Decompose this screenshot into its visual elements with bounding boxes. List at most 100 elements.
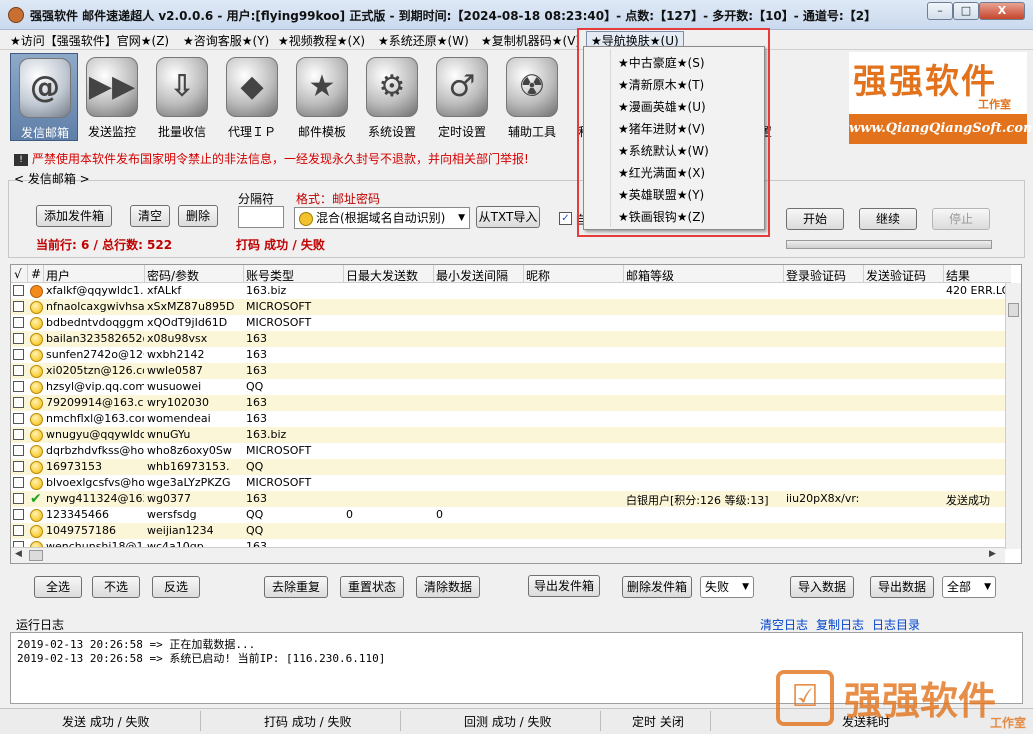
menu-visit-site[interactable]: ★访问【强强软件】官网★(Z)	[10, 32, 169, 49]
toolbar-aux-tools[interactable]: ☢ 辅助工具	[498, 53, 566, 141]
menu-copy-machine-code[interactable]: ★复制机器码★(V)	[481, 32, 580, 49]
skin-option[interactable]: ★红光满面★(X)	[618, 164, 705, 181]
log-directory-link[interactable]: 日志目录	[872, 616, 920, 633]
row-checkbox[interactable]	[13, 317, 24, 328]
table-row[interactable]: sunfen2742o@126.cwxbh2142 163	[11, 347, 1005, 363]
clear-log-link[interactable]: 清空日志	[760, 616, 808, 633]
menu-system-restore[interactable]: ★系统还原★(W)	[378, 32, 469, 49]
skin-option[interactable]: ★英雄联盟★(Y)	[618, 186, 704, 203]
column-header[interactable]: 密码/参数	[147, 267, 199, 284]
row-checkbox[interactable]	[13, 285, 24, 296]
export-senders-button[interactable]: 导出发件箱	[528, 575, 600, 597]
select-none-button[interactable]: 不选	[92, 576, 140, 598]
separator-input[interactable]	[238, 206, 284, 228]
column-header[interactable]: #	[31, 267, 41, 281]
clear-data-button[interactable]: 清除数据	[416, 576, 480, 598]
menu-customer-service[interactable]: ★咨询客服★(Y)	[183, 32, 269, 49]
row-checkbox[interactable]	[13, 429, 24, 440]
row-checkbox[interactable]	[13, 461, 24, 472]
table-row[interactable]: xi0205tzn@126.comwwle0587 163	[11, 363, 1005, 379]
toolbar-batch-receive[interactable]: ⇩ 批量收信	[148, 53, 216, 141]
toolbar-proxy-ip[interactable]: ◆ 代理ＩＰ	[218, 53, 286, 141]
export-data-button[interactable]: 导出数据	[870, 576, 934, 598]
auto-checkbox[interactable]: ✓	[559, 212, 572, 225]
close-button[interactable]: X	[979, 2, 1025, 20]
minimize-button[interactable]: –	[927, 2, 953, 20]
scroll-thumb[interactable]	[1008, 303, 1019, 317]
table-row[interactable]: 1049757186 weijian1234 QQ	[11, 523, 1005, 539]
row-checkbox[interactable]	[13, 333, 24, 344]
row-checkbox[interactable]	[13, 525, 24, 536]
stop-button[interactable]: 停止	[932, 208, 990, 230]
row-checkbox[interactable]	[13, 413, 24, 424]
scroll-right-icon[interactable]: ▶	[989, 549, 996, 559]
reset-status-button[interactable]: 重置状态	[340, 576, 404, 598]
table-row[interactable]: dqrbzhdvfkss@hotmwho8z6oxy0Sw MICROSOFT	[11, 443, 1005, 459]
scroll-left-icon[interactable]: ◀	[15, 549, 22, 559]
row-checkbox[interactable]	[13, 301, 24, 312]
skin-option[interactable]: ★铁画银钩★(Z)	[618, 208, 705, 225]
row-checkbox[interactable]	[13, 509, 24, 520]
table-row[interactable]: 123345466 wersfsdg QQ 0 0	[11, 507, 1005, 523]
column-header[interactable]: 账号类型	[246, 267, 294, 284]
skin-option[interactable]: ★猪年进财★(V)	[618, 120, 705, 137]
skin-option[interactable]: ★系统默认★(W)	[618, 142, 709, 159]
delete-button[interactable]: 删除	[178, 205, 218, 227]
table-row[interactable]: hzsyl@vip.qq.com wusuowei QQ	[11, 379, 1005, 395]
table-row[interactable]: ✔ nywg411324@163.cwg0377 163 白银用户[积分:126 等级…	[11, 491, 1005, 507]
menu-video-tutorials[interactable]: ★视频教程★(X)	[278, 32, 365, 49]
table-row[interactable]: nmchflxl@163.com womendeai 163	[11, 411, 1005, 427]
column-header[interactable]: 用户	[46, 267, 70, 284]
column-header[interactable]: 结果	[946, 267, 970, 284]
table-row[interactable]: bdbedntvdoqggmdqxQOdT9jId61D MICROSOFT	[11, 315, 1005, 331]
vertical-scrollbar[interactable]	[1005, 283, 1021, 549]
table-row[interactable]: bailan323582652@1x08u98vsx 163	[11, 331, 1005, 347]
column-header[interactable]: 登录验证码	[786, 267, 846, 284]
select-all-button[interactable]: 全选	[34, 576, 82, 598]
toolbar-sender-mailbox[interactable]: @ 发信邮箱	[10, 53, 78, 141]
table-row[interactable]: wnugyu@qqywldc1.wnuGYu 163.biz	[11, 427, 1005, 443]
table-row[interactable]: 79209914@163.comwry102030 163	[11, 395, 1005, 411]
invert-selection-button[interactable]: 反选	[152, 576, 200, 598]
toolbar-system-settings[interactable]: ⚙ 系统设置	[358, 53, 426, 141]
import-txt-button[interactable]: 从TXT导入	[476, 206, 540, 228]
row-checkbox[interactable]	[13, 493, 24, 504]
column-header[interactable]: 邮箱等级	[626, 267, 674, 284]
table-row[interactable]: 16973153 whb16973153. QQ	[11, 459, 1005, 475]
skin-option[interactable]: ★清新原木★(T)	[618, 76, 704, 93]
start-button[interactable]: 开始	[786, 208, 844, 230]
row-checkbox[interactable]	[13, 365, 24, 376]
scroll-thumb[interactable]	[29, 550, 43, 561]
cell-type: MICROSOFT	[246, 300, 312, 313]
table-row[interactable]: xfalkf@qqywldc1.cl xfALkf 163.biz 420 ERR.L…	[11, 283, 1005, 299]
add-sender-button[interactable]: 添加发件箱	[36, 205, 112, 227]
row-checkbox[interactable]	[13, 445, 24, 456]
row-checkbox[interactable]	[13, 349, 24, 360]
column-header[interactable]: 发送验证码	[866, 267, 926, 284]
delete-senders-button[interactable]: 删除发件箱	[622, 576, 692, 598]
toolbar-send-monitor[interactable]: ▶▶ 发送监控	[78, 53, 146, 141]
scope-select[interactable]: 全部 ▼	[942, 576, 996, 598]
maximize-button[interactable]: □	[953, 2, 979, 20]
table-row[interactable]: blvoexlgcsfvs@hotmwge3aLYzPKZG MICROSOFT	[11, 475, 1005, 491]
continue-button[interactable]: 继续	[859, 208, 917, 230]
toolbar-mail-template[interactable]: ★ 邮件模板	[288, 53, 356, 141]
skin-option[interactable]: ★中古豪庭★(S)	[618, 54, 705, 71]
row-checkbox[interactable]	[13, 477, 24, 488]
skin-option[interactable]: ★漫画英雄★(U)	[618, 98, 706, 115]
copy-log-link[interactable]: 复制日志	[816, 616, 864, 633]
column-header[interactable]: √	[14, 267, 22, 281]
toolbar-timer-settings[interactable]: ♂ 定时设置	[428, 53, 496, 141]
clear-button[interactable]: 清空	[130, 205, 170, 227]
mode-select[interactable]: 混合(根据域名自动识别) ▼	[294, 207, 470, 229]
column-header[interactable]: 日最大发送数	[346, 267, 418, 284]
import-data-button[interactable]: 导入数据	[790, 576, 854, 598]
fail-filter-select[interactable]: 失败 ▼	[700, 576, 754, 598]
table-row[interactable]: nfnaolcaxgwivhsa@xSxMZ87u895D MICROSOFT	[11, 299, 1005, 315]
dedupe-button[interactable]: 去除重复	[264, 576, 328, 598]
column-header[interactable]: 昵称	[526, 267, 550, 284]
row-checkbox[interactable]	[13, 397, 24, 408]
horizontal-scrollbar[interactable]: ◀ ▶	[11, 547, 1005, 563]
row-checkbox[interactable]	[13, 381, 24, 392]
column-header[interactable]: 最小发送间隔	[436, 267, 508, 284]
